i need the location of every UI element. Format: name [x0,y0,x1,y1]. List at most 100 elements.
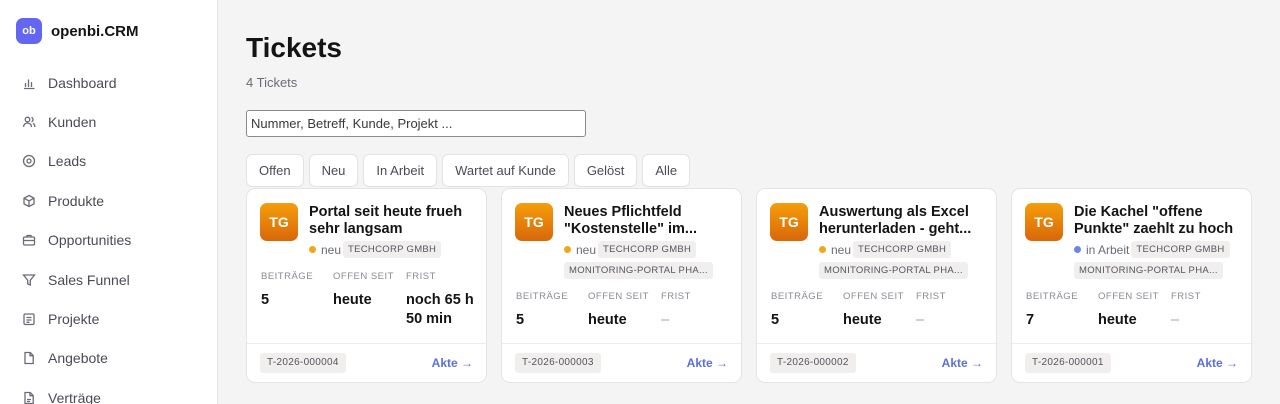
stat-value-beitraege: 5 [261,292,270,308]
filter-alle[interactable]: Alle [642,154,691,187]
stat-label-offen-seit: OFFEN SEIT [333,271,394,282]
stat-value-offen-seit: heute [843,312,882,328]
customer-avatar: TG [515,203,553,241]
box-icon [22,194,36,208]
project-tag: MONITORING-PORTAL PHA... [819,262,968,279]
status-badge: in Arbeit [1074,241,1129,258]
ticket-number: T-2026-000003 [515,353,601,373]
sidebar-nav: Dashboard Kunden Leads Produkte Opportun… [0,63,217,404]
card-divider [757,343,996,344]
sidebar-item-kunden[interactable]: Kunden [0,102,217,141]
briefcase-icon [22,233,36,247]
status-dot [564,246,571,253]
ticket-tags: neu TECHCORP GMBH MONITORING-PORTAL PHA.… [564,241,739,283]
ticket-card[interactable]: TG Neues Pflichtfeld "Kostenstelle" im..… [501,188,742,383]
customer-tag: TECHCORP GMBH [598,241,697,258]
sidebar-item-produkte[interactable]: Produkte [0,181,217,220]
customer-tag: TECHCORP GMBH [343,241,442,258]
filter-wartet-auf-kunde[interactable]: Wartet auf Kunde [442,154,569,187]
stat-value-frist: – [661,312,670,328]
status-badge: neu [819,241,851,258]
akte-link[interactable]: Akte → [687,356,728,370]
stat-label-frist: FRIST [661,291,691,302]
ticket-title[interactable]: Die Kachel "offene Punkte" zaehlt zu hoc… [1074,204,1244,238]
ticket-tags: neu TECHCORP GMBH MONITORING-PORTAL PHA.… [819,241,994,283]
users-icon [22,115,36,129]
clipboard-icon [22,312,36,326]
brand[interactable]: ob openbi.CRM [16,18,139,44]
sidebar-item-label: Projekte [48,311,100,328]
sidebar-item-label: Kunden [48,114,97,131]
status-dot [1074,246,1081,253]
sidebar-item-dashboard[interactable]: Dashboard [0,63,217,102]
project-tag: MONITORING-PORTAL PHA... [1074,262,1223,279]
stat-label-beitraege: BEITRÄGE [771,291,824,302]
filter-offen[interactable]: Offen [246,154,304,187]
customer-tag: TECHCORP GMBH [1131,241,1230,258]
brand-name: openbi.CRM [51,22,139,40]
main-content: Tickets 4 Tickets Offen Neu In Arbeit Wa… [218,0,1280,404]
bar-chart-icon [22,76,36,90]
stat-label-beitraege: BEITRÄGE [261,271,314,282]
sidebar-item-label: Produkte [48,192,105,209]
ticket-title[interactable]: Auswertung als Excel herunterladen - geh… [819,204,989,238]
filter-geloest[interactable]: Gelöst [573,154,638,187]
akte-link[interactable]: Akte → [942,356,983,370]
stat-value-frist: – [916,312,925,328]
stat-value-beitraege: 5 [771,312,780,328]
brand-logo: ob [16,18,42,44]
status-dot [819,246,826,253]
stat-value-frist: noch 65 h 50 min [406,292,474,327]
project-tag: MONITORING-PORTAL PHA... [564,262,713,279]
sidebar-item-projekte[interactable]: Projekte [0,299,217,338]
sidebar-item-label: Leads [48,153,87,170]
sidebar-item-leads[interactable]: Leads [0,142,217,181]
search-input[interactable] [246,110,586,137]
stat-value-beitraege: 7 [1026,312,1035,328]
card-divider [502,343,741,344]
card-divider [1012,343,1251,344]
sidebar-item-label: Verträge [48,389,101,404]
customer-avatar: TG [770,203,808,241]
filter-in-arbeit[interactable]: In Arbeit [363,154,438,187]
customer-tag: TECHCORP GMBH [853,241,952,258]
sidebar-item-angebote[interactable]: Angebote [0,339,217,378]
status-badge: neu [564,241,596,258]
ticket-card[interactable]: TG Portal seit heute frueh sehr langsam … [246,188,487,383]
stat-label-frist: FRIST [916,291,946,302]
sidebar-item-vertraege[interactable]: Verträge [0,378,217,404]
filter-neu[interactable]: Neu [308,154,359,187]
card-divider [247,343,486,344]
status-label: neu [831,242,852,257]
ticket-number: T-2026-000004 [260,353,346,373]
stat-label-beitraege: BEITRÄGE [1026,291,1079,302]
sidebar-item-opportunities[interactable]: Opportunities [0,221,217,260]
ticket-number: T-2026-000001 [1025,353,1111,373]
sidebar-item-label: Opportunities [48,232,132,249]
ticket-tags: in Arbeit TECHCORP GMBH MONITORING-PORTA… [1074,241,1249,283]
akte-link[interactable]: Akte → [432,356,473,370]
stat-label-offen-seit: OFFEN SEIT [1098,291,1159,302]
target-icon [22,154,36,168]
customer-avatar: TG [260,203,298,241]
funnel-icon [22,273,36,287]
sidebar-item-label: Dashboard [48,74,117,91]
ticket-number: T-2026-000002 [770,353,856,373]
status-label: neu [321,242,342,257]
akte-link[interactable]: Akte → [1197,356,1238,370]
sidebar: ob openbi.CRM Dashboard Kunden Leads Pro… [0,0,218,404]
stat-value-beitraege: 5 [516,312,525,328]
customer-avatar: TG [1025,203,1063,241]
ticket-card[interactable]: TG Die Kachel "offene Punkte" zaehlt zu … [1011,188,1252,383]
sidebar-item-label: Angebote [48,350,108,367]
contract-icon [22,391,36,404]
ticket-card[interactable]: TG Auswertung als Excel herunterladen - … [756,188,997,383]
ticket-title[interactable]: Portal seit heute frueh sehr langsam [309,204,479,238]
stat-label-frist: FRIST [406,271,436,282]
page-title: Tickets [246,32,342,63]
sidebar-item-sales-funnel[interactable]: Sales Funnel [0,260,217,299]
stat-label-beitraege: BEITRÄGE [516,291,569,302]
stat-value-offen-seit: heute [1098,312,1137,328]
ticket-title[interactable]: Neues Pflichtfeld "Kostenstelle" im... [564,204,734,238]
status-label: neu [576,242,597,257]
